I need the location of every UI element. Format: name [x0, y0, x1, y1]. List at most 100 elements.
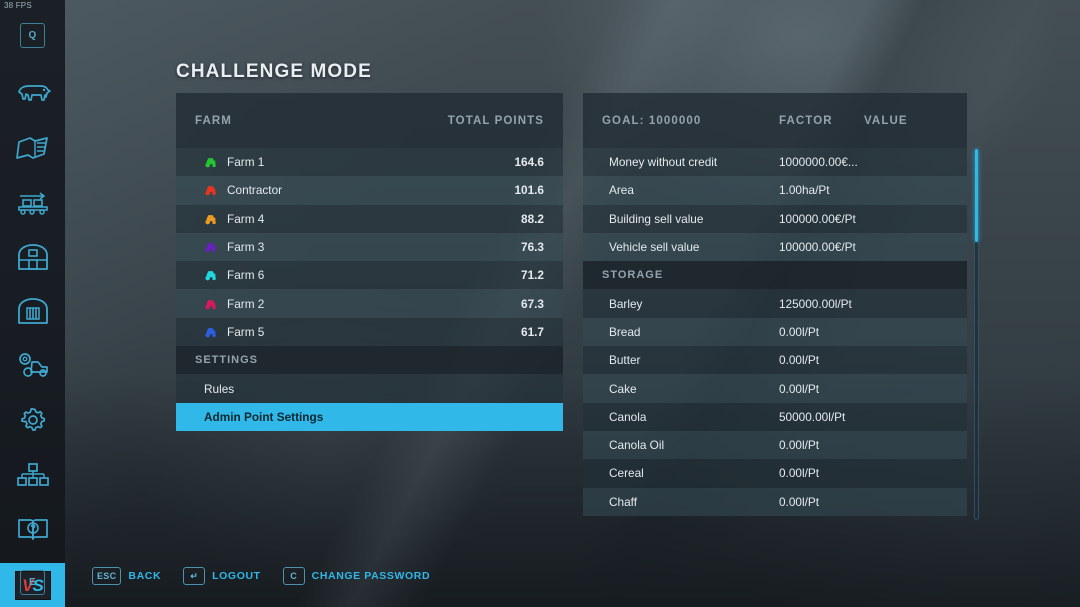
setting-factor: 0.00l/Pt [779, 438, 820, 453]
farm-row[interactable]: Farm 3 76.3 [176, 232, 563, 262]
sidebar-item-interact[interactable]: E [0, 560, 65, 605]
point-setting-row[interactable]: Cake 0.00l/Pt [583, 374, 967, 403]
setting-factor: 0.00l/Pt [779, 324, 820, 339]
farm-row[interactable]: Farm 1 164.6 [176, 148, 563, 177]
sidebar-item-production[interactable] [0, 180, 65, 225]
setting-name: Chaff [609, 494, 637, 509]
point-setting-row[interactable]: Canola 50000.00l/Pt [583, 402, 967, 431]
sidebar-item-farmhouse[interactable] [0, 234, 65, 279]
point-setting-row[interactable]: Butter 0.00l/Pt [583, 346, 967, 375]
farms-hierarchy-icon [16, 462, 49, 486]
point-setting-row[interactable]: Bread 0.00l/Pt [583, 317, 967, 347]
point-setting-row[interactable]: Barley 125000.00l/Pt [583, 289, 967, 318]
bottom-help-bar: ESC BACK ↵ LOGOUT C CHANGE PASSWORD [92, 567, 430, 585]
farm-name: Farm 4 [176, 212, 521, 226]
back-action-label: BACK [128, 570, 162, 582]
column-header-goal: GOAL: 1000000 [602, 114, 702, 127]
setting-factor: 125000.00l/Pt [779, 296, 852, 311]
barn-icon [17, 297, 48, 324]
settings-label: Rules [204, 381, 235, 396]
farmhouse-icon [17, 243, 48, 270]
sidebar-item-settings[interactable] [0, 397, 65, 442]
change-password-action-label: CHANGE PASSWORD [311, 570, 431, 582]
farm-name: Contractor [176, 183, 514, 197]
change-password-action[interactable]: C CHANGE PASSWORD [282, 567, 431, 585]
farm-name: Farm 3 [176, 240, 521, 254]
page-title: CHALLENGE MODE [176, 61, 372, 82]
sidebar-item-farms[interactable] [0, 452, 65, 497]
sidebar-item-vehicles[interactable] [0, 342, 65, 387]
farm-row[interactable]: Farm 2 67.3 [176, 289, 563, 318]
goal-table-header: GOAL: 1000000 FACTOR VALUE [583, 93, 967, 148]
change-password-action-key-icon: C [282, 567, 305, 585]
setting-name: Canola Oil [609, 438, 665, 453]
settings-section-header: SETTINGS [176, 346, 563, 375]
setting-name: Area [609, 183, 634, 198]
farm-table-header: FARM TOTAL POINTS [176, 93, 563, 148]
farm-color-icon [205, 158, 216, 168]
setting-factor: 50000.00l/Pt [779, 409, 846, 424]
farm-name: Farm 6 [176, 268, 521, 282]
setting-name: Vehicle sell value [609, 240, 700, 255]
point-setting-row[interactable]: Area 1.00ha/Pt [583, 176, 967, 205]
point-setting-row[interactable]: Vehicle sell value 100000.00€/Pt [583, 232, 967, 262]
storage-list: Barley 125000.00l/Pt Bread 0.00l/Pt Butt… [583, 289, 967, 516]
sidebar-item-animals[interactable] [0, 70, 65, 115]
help-book-icon [17, 518, 48, 540]
logout-action-key-icon: ↵ [183, 567, 206, 585]
back-action[interactable]: ESC BACK [92, 567, 161, 585]
farm-points: 101.6 [514, 183, 544, 198]
farm-color-icon [205, 271, 216, 281]
setting-name: Butter [609, 353, 641, 368]
farm-color-icon [205, 243, 216, 253]
point-setting-row[interactable]: Canola Oil 0.00l/Pt [583, 430, 967, 460]
sidebar-item-barn[interactable] [0, 288, 65, 333]
back-action-key-icon: ESC [92, 567, 122, 585]
sidebar-item-contracts[interactable] [0, 125, 65, 170]
farm-points: 164.6 [514, 155, 544, 170]
left-icon-rail: Q V S E [0, 0, 65, 607]
setting-factor: 100000.00€/Pt [779, 211, 856, 226]
contracts-icon [15, 136, 48, 159]
setting-factor: 100000.00€/Pt [779, 240, 856, 255]
point-setting-row[interactable]: Cereal 0.00l/Pt [583, 459, 967, 488]
farm-name: Farm 5 [176, 325, 521, 339]
setting-name: Bread [609, 324, 641, 339]
farm-points: 71.2 [521, 268, 544, 283]
column-header-value: VALUE [864, 114, 908, 127]
setting-name: Money without credit [609, 155, 718, 170]
setting-factor: 1000000.00€... [779, 155, 858, 170]
setting-name: Barley [609, 296, 643, 311]
point-setting-row[interactable]: Chaff 0.00l/Pt [583, 487, 967, 516]
admin-point-settings-panel: GOAL: 1000000 FACTOR VALUE Money without… [583, 93, 967, 516]
farm-points: 61.7 [521, 324, 544, 339]
farm-row[interactable]: Farm 4 88.2 [176, 204, 563, 233]
vehicle-settings-icon [18, 352, 48, 377]
farm-row[interactable]: Contractor 101.6 [176, 176, 563, 205]
settings-row[interactable]: Admin Point Settings [176, 402, 563, 431]
farm-row[interactable]: Farm 5 61.7 [176, 317, 563, 347]
farm-row[interactable]: Farm 6 71.2 [176, 261, 563, 290]
setting-name: Canola [609, 409, 647, 424]
logout-action-label: LOGOUT [212, 570, 261, 582]
production-chain-icon [17, 191, 48, 215]
farm-name: Farm 1 [176, 155, 514, 169]
sidebar-item-help[interactable] [0, 507, 65, 552]
farm-points: 67.3 [521, 296, 544, 311]
right-panel-scrollbar[interactable] [974, 148, 979, 520]
logout-action[interactable]: ↵ LOGOUT [183, 567, 261, 585]
column-header-farm: FARM [195, 114, 232, 127]
setting-factor: 0.00l/Pt [779, 353, 820, 368]
settings-row[interactable]: Rules [176, 374, 563, 403]
setting-factor: 0.00l/Pt [779, 466, 820, 481]
scrollbar-thumb[interactable] [975, 149, 978, 242]
point-settings-list: Money without credit 1000000.00€... Area… [583, 148, 967, 262]
point-setting-row[interactable]: Building sell value 100000.00€/Pt [583, 204, 967, 233]
point-setting-row[interactable]: Money without credit 1000000.00€... [583, 148, 967, 177]
setting-name: Cereal [609, 466, 644, 481]
interact-key-icon: E [20, 570, 45, 595]
setting-factor: 0.00l/Pt [779, 381, 820, 396]
settings-list: Rules Admin Point Settings [176, 374, 563, 431]
sidebar-item-quit[interactable]: Q [0, 13, 65, 58]
farm-color-icon [205, 299, 216, 309]
